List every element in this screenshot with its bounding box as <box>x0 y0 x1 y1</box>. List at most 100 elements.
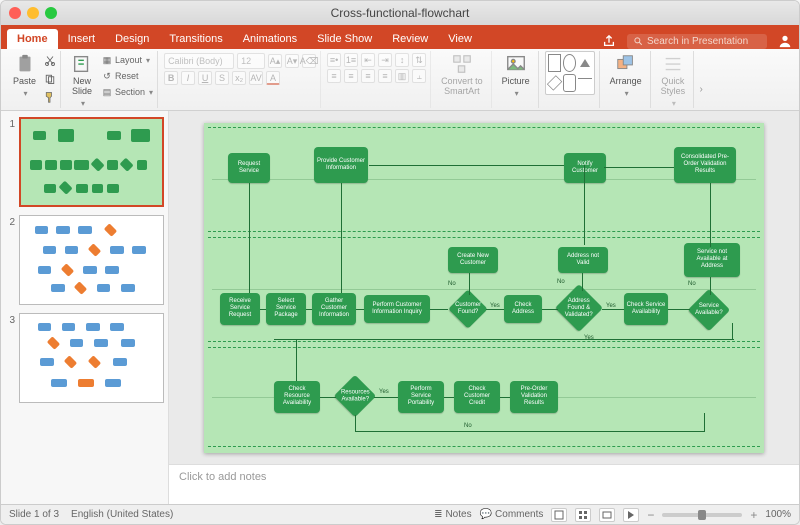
slide-viewport[interactable]: Request Service Provide Customer Informa… <box>169 111 799 464</box>
copy-button[interactable] <box>44 73 56 88</box>
convert-smartart-button[interactable]: Convert to SmartArt <box>437 51 487 99</box>
tab-animations[interactable]: Animations <box>233 29 307 49</box>
slide-thumbnail-3[interactable]: 3 <box>5 313 164 403</box>
slide-thumbnail-1[interactable]: 1 <box>5 117 164 207</box>
justify-button[interactable]: ≡ <box>378 69 392 83</box>
minimize-icon[interactable] <box>27 7 39 19</box>
ribbon-group-font: Calibri (Body) 12 A▴ A▾ A⌫ B I U S x₂ AV… <box>160 51 321 108</box>
notes-pane[interactable]: Click to add notes <box>169 464 799 504</box>
slideshow-view-button[interactable] <box>623 508 639 522</box>
bold-button[interactable]: B <box>164 71 178 85</box>
zoom-level[interactable]: 100% <box>765 509 791 520</box>
flow-node[interactable]: Perform Customer Information Inquiry <box>364 295 430 323</box>
chevron-down-icon: ▾ <box>672 99 676 108</box>
window-title: Cross-functional-flowchart <box>1 6 799 20</box>
tab-view[interactable]: View <box>438 29 482 49</box>
format-painter-button[interactable] <box>44 91 56 106</box>
text-direction-button[interactable]: ⇅ <box>412 53 426 67</box>
status-language[interactable]: English (United States) <box>71 509 173 520</box>
slide-thumbnail-pane[interactable]: 1 <box>1 111 169 504</box>
zoom-in-button[interactable]: + <box>750 508 757 522</box>
flow-node[interactable]: Create New Customer <box>448 247 498 273</box>
tab-insert[interactable]: Insert <box>58 29 106 49</box>
reading-view-button[interactable] <box>599 508 615 522</box>
maximize-icon[interactable] <box>45 7 57 19</box>
ribbon-group-shapes <box>541 51 600 108</box>
zoom-slider[interactable] <box>662 513 742 517</box>
slide-thumbnail-2[interactable]: 2 <box>5 215 164 305</box>
picture-button[interactable]: Picture ▾ <box>498 51 534 100</box>
arrange-button[interactable]: Arrange ▾ <box>606 51 646 100</box>
outdent-button[interactable]: ⇤ <box>361 53 375 67</box>
slide-canvas[interactable]: Request Service Provide Customer Informa… <box>204 123 764 453</box>
cut-button[interactable] <box>44 55 56 70</box>
share-button[interactable] <box>601 33 617 49</box>
flow-node[interactable]: Pre-Order Validation Results <box>510 381 558 413</box>
grow-font-button[interactable]: A▴ <box>268 54 282 68</box>
ribbon-overflow-button[interactable]: › <box>696 51 706 108</box>
italic-button[interactable]: I <box>181 71 195 85</box>
font-name-select[interactable]: Calibri (Body) <box>164 53 234 69</box>
quick-styles-button[interactable]: Quick Styles ▾ <box>657 51 690 110</box>
flow-node[interactable]: Consolidated Pre-Order Validation Result… <box>674 147 736 183</box>
flow-node[interactable]: Select Service Package <box>266 293 306 325</box>
tab-transitions[interactable]: Transitions <box>159 29 232 49</box>
flow-node[interactable]: Gather Customer Information <box>312 293 356 325</box>
notes-toggle-button[interactable]: ≣ Notes <box>434 509 472 520</box>
flow-node[interactable]: Service not Available at Address <box>684 243 740 277</box>
flow-node[interactable]: Check Customer Credit <box>454 381 500 413</box>
flow-node[interactable]: Address not Valid <box>558 247 608 273</box>
ribbon-group-arrange: Arrange ▾ <box>602 51 651 108</box>
chevron-down-icon: ▾ <box>515 89 519 98</box>
numbering-button[interactable]: 1≡ <box>344 53 358 67</box>
line-spacing-button[interactable]: ↕ <box>395 53 409 67</box>
underline-button[interactable]: U <box>198 71 212 85</box>
reset-button[interactable]: ↺Reset <box>101 70 153 82</box>
ribbon-group-smartart: Convert to SmartArt <box>433 51 492 108</box>
indent-button[interactable]: ⇥ <box>378 53 392 67</box>
flow-node[interactable]: Notify Customer <box>564 153 606 183</box>
shrink-font-button[interactable]: A▾ <box>285 54 299 68</box>
flow-node[interactable]: Check Service Availability <box>624 293 668 325</box>
ribbon-tabstrip: Home Insert Design Transitions Animation… <box>1 25 799 49</box>
section-button[interactable]: ▤Section▾ <box>101 86 153 98</box>
tab-review[interactable]: Review <box>382 29 438 49</box>
content-area: 1 <box>1 111 799 504</box>
align-text-button[interactable]: ⫠ <box>412 69 426 83</box>
flow-node[interactable]: Check Address <box>504 295 542 323</box>
align-left-button[interactable]: ≡ <box>327 69 341 83</box>
chevron-down-icon: ▾ <box>81 99 85 108</box>
comments-toggle-button[interactable]: 💬 Comments <box>480 509 544 520</box>
sorter-view-button[interactable] <box>575 508 591 522</box>
font-color-button[interactable]: A <box>266 71 280 85</box>
clear-format-button[interactable]: A⌫ <box>302 54 316 68</box>
close-icon[interactable] <box>9 7 21 19</box>
user-icon[interactable] <box>777 33 793 49</box>
normal-view-button[interactable] <box>551 508 567 522</box>
flow-node[interactable]: Check Resource Availability <box>274 381 320 413</box>
font-size-select[interactable]: 12 <box>237 53 265 69</box>
edge-label-no: No <box>557 279 565 285</box>
ribbon-toolbar: Paste ▾ New Slide ▾ ▦Layout▾ <box>1 49 799 111</box>
new-slide-button[interactable]: New Slide ▾ <box>67 51 97 110</box>
status-bar: Slide 1 of 3 English (United States) ≣ N… <box>1 504 799 524</box>
strike-button[interactable]: S <box>215 71 229 85</box>
zoom-out-button[interactable]: − <box>647 508 654 522</box>
search-input[interactable]: Search in Presentation <box>627 34 767 49</box>
columns-button[interactable]: ▥ <box>395 69 409 83</box>
align-center-button[interactable]: ≡ <box>344 69 358 83</box>
flow-node[interactable]: Perform Service Portability <box>398 381 444 413</box>
flow-node[interactable]: Provide Customer Information <box>314 147 368 183</box>
paste-button[interactable]: Paste ▾ <box>9 51 40 100</box>
flow-node[interactable]: Request Service <box>228 153 270 183</box>
layout-button[interactable]: ▦Layout▾ <box>101 54 153 66</box>
tab-design[interactable]: Design <box>105 29 159 49</box>
tab-home[interactable]: Home <box>7 29 58 49</box>
tab-slideshow[interactable]: Slide Show <box>307 29 382 49</box>
bullets-button[interactable]: ≡• <box>327 53 341 67</box>
align-right-button[interactable]: ≡ <box>361 69 375 83</box>
subscript-button[interactable]: x₂ <box>232 71 246 85</box>
char-spacing-button[interactable]: AV <box>249 71 263 85</box>
flow-node[interactable]: Receive Service Request <box>220 293 260 325</box>
shapes-gallery[interactable] <box>545 51 595 95</box>
